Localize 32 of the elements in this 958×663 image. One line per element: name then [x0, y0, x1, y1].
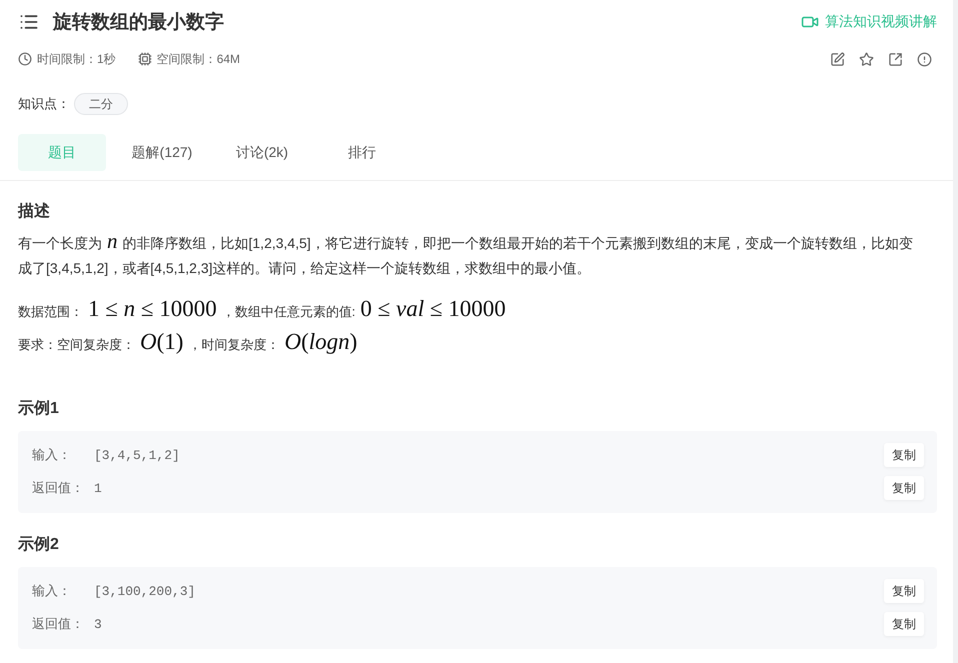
example-label: 输入：: [32, 446, 72, 464]
alert-icon[interactable]: [917, 52, 932, 66]
topic-tag[interactable]: 二分: [74, 93, 128, 115]
example-label: 输入：: [32, 582, 72, 600]
section-heading: 描述: [18, 202, 51, 222]
example-heading: 示例2: [18, 535, 60, 555]
edit-icon[interactable]: [830, 52, 845, 66]
copy-button[interactable]: 复制: [884, 443, 924, 467]
chip-icon: [138, 52, 152, 66]
constraint-text: 要求：空间复杂度： O(1) ，时间复杂度： O(logn): [18, 328, 358, 356]
problem-title: 旋转数组的最小数字: [53, 10, 225, 35]
copy-button[interactable]: 复制: [884, 476, 924, 500]
clock-icon: [18, 52, 32, 66]
example-value: 1: [94, 480, 102, 496]
example-label: 返回值：: [32, 479, 85, 497]
example-value: 3: [94, 616, 102, 632]
copy-button[interactable]: 复制: [884, 612, 924, 636]
copy-button[interactable]: 复制: [884, 579, 924, 603]
knowledge-label: 知识点：: [18, 95, 70, 113]
example-label: 返回值：: [32, 615, 85, 633]
limit-text: 空间限制：64M: [156, 50, 240, 68]
tab[interactable]: 题解(127): [118, 134, 206, 171]
star-icon[interactable]: [859, 52, 874, 66]
constraint-text: 数据范围： 1 ≤ n ≤ 10000 ，数组中任意元素的值: 0 ≤ val ≤ 10000: [18, 295, 507, 323]
limit-text: 时间限制：1秒: [37, 50, 116, 68]
example-heading: 示例1: [18, 399, 60, 419]
tab[interactable]: 排行: [318, 134, 406, 171]
tab[interactable]: 讨论(2k): [218, 134, 306, 171]
description-text: 有一个长度为 n 的非降序数组，比如[1,2,3,4,5]，将它进行旋转，即把一个数组最开始的若干个元素搬到数组的末尾，变成一个旋转数组，比如变成了[3,4,5,1,2]，或者[4,5,1,2,3]这样的。请问，给定这样一个旋转数组，求数组中的最小值。: [18, 231, 914, 278]
example-value: [3,100,200,3]: [94, 584, 196, 598]
external-link-icon[interactable]: [888, 52, 903, 66]
example-value: [3,4,5,1,2]: [94, 448, 180, 462]
